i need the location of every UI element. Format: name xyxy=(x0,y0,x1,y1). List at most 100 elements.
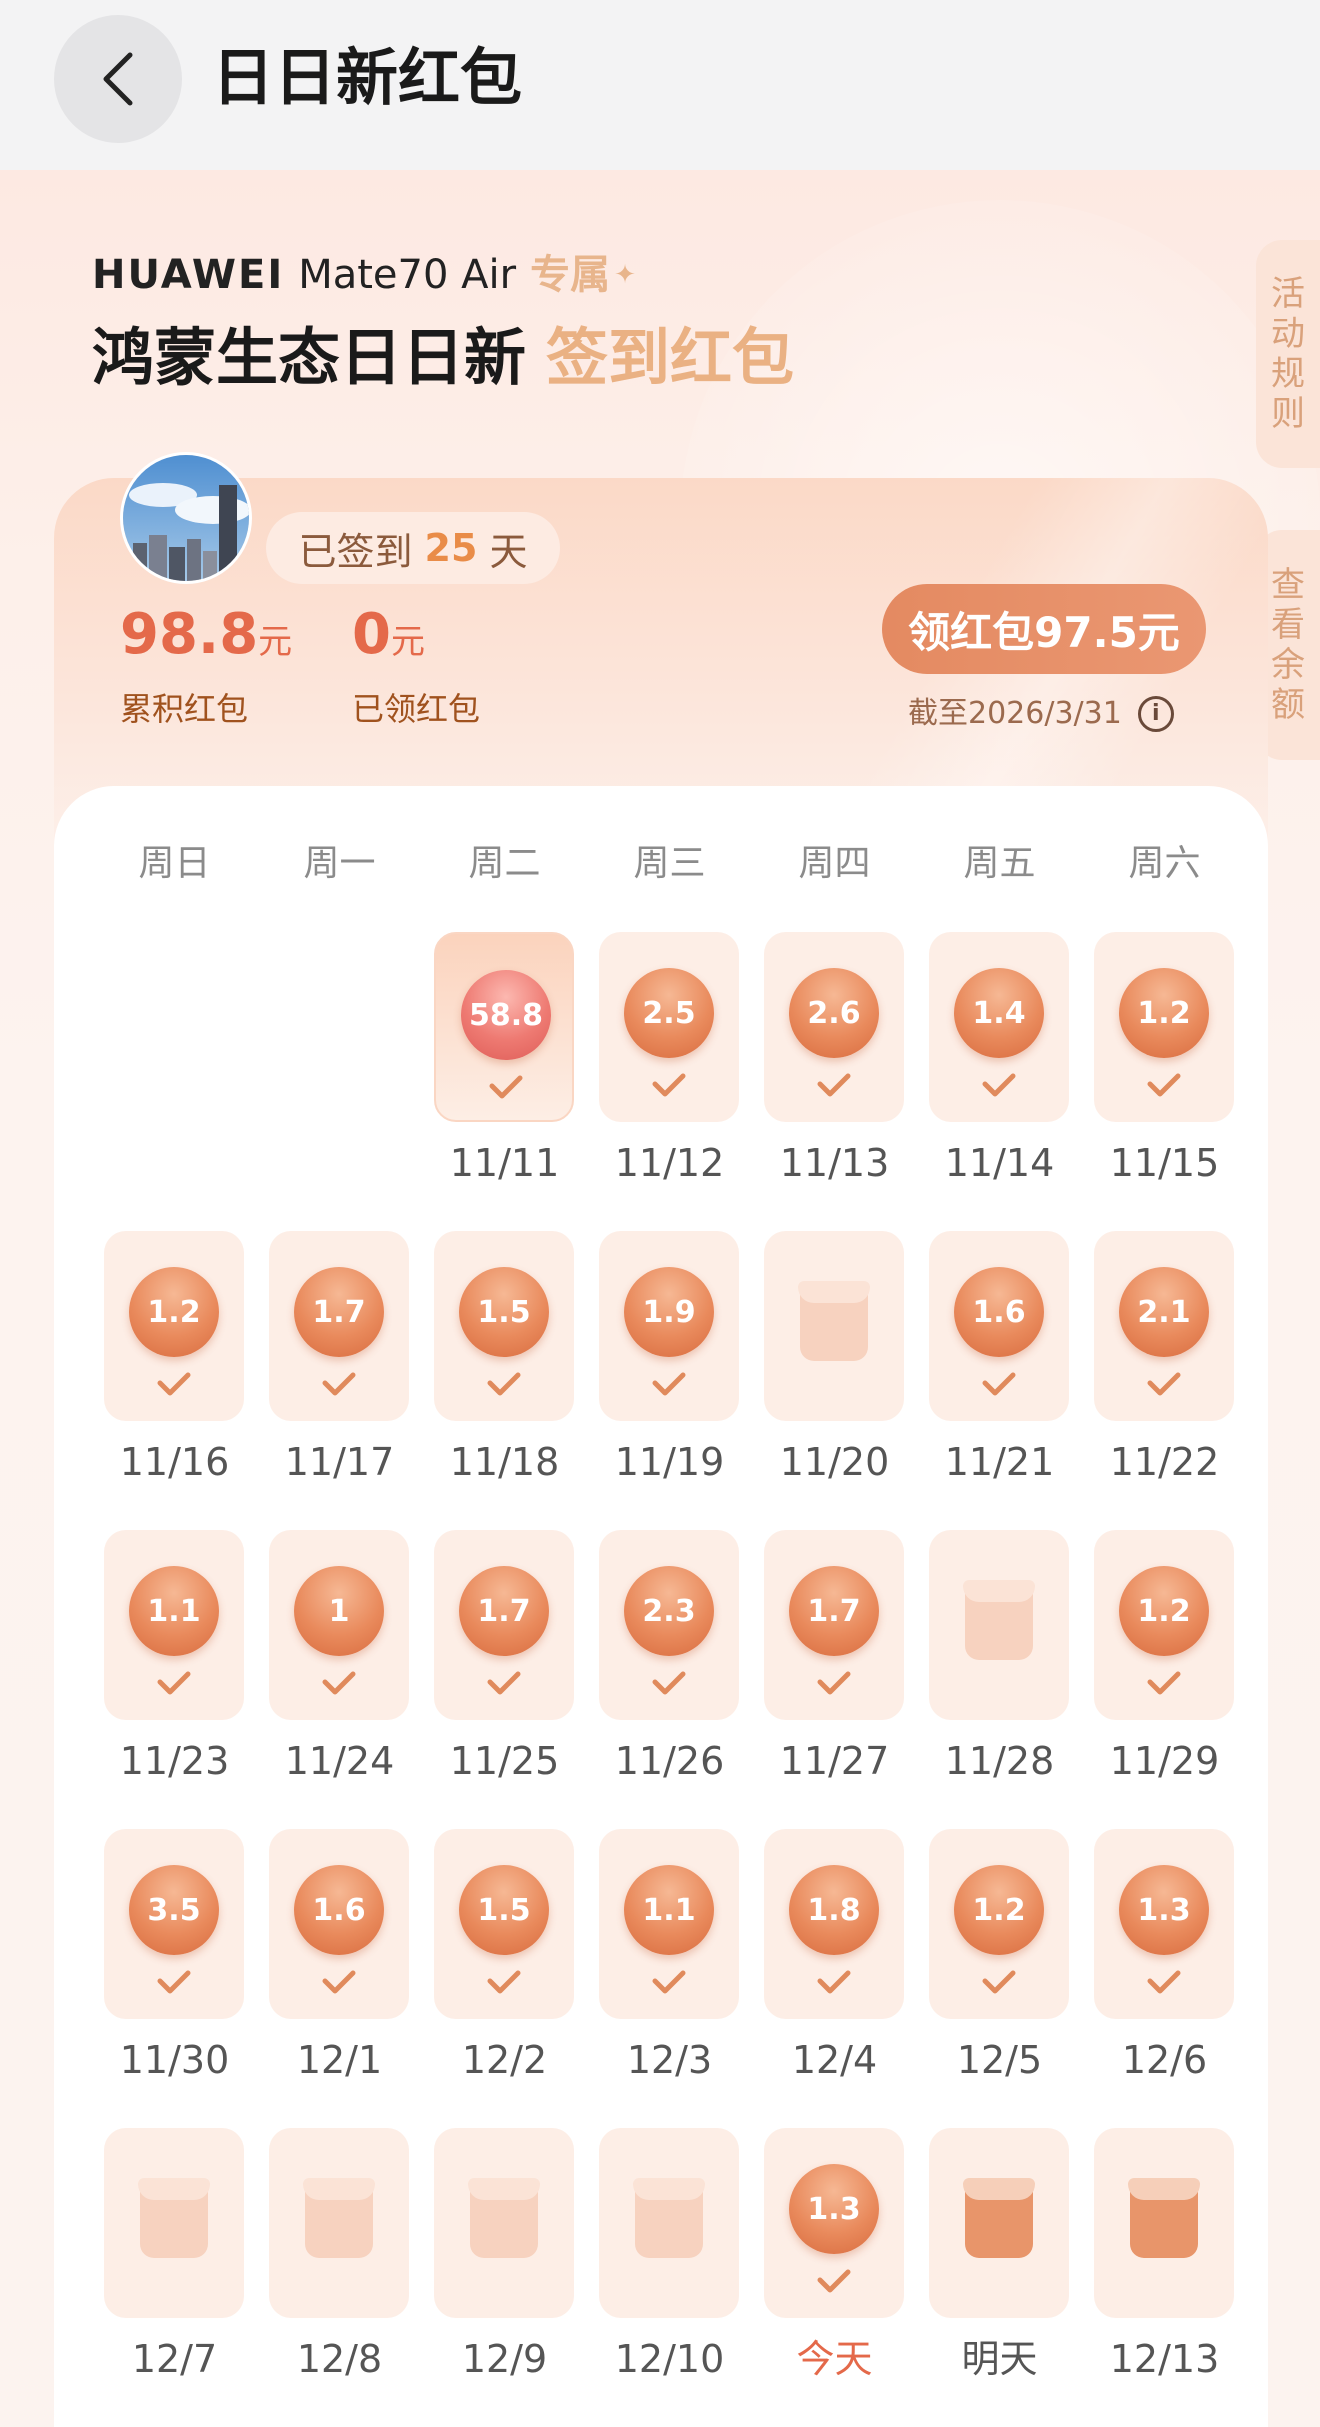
redpacket-coin: 1.1 xyxy=(624,1865,714,1955)
day-date-label: 12/13 xyxy=(1109,2337,1220,2381)
day-card[interactable]: 1.6 xyxy=(269,1829,409,2019)
claimed-redpacket-stat: 0元 已领红包 xyxy=(352,600,480,730)
redpacket-coin: 1.2 xyxy=(1119,968,1209,1058)
check-icon xyxy=(487,1970,521,1994)
redpacket-coin: 1.7 xyxy=(789,1566,879,1656)
day-card[interactable]: 1.1 xyxy=(104,1530,244,1720)
day-card[interactable]: 58.8 xyxy=(434,932,574,1122)
check-icon xyxy=(157,1671,191,1695)
day-card[interactable]: 1.2 xyxy=(1094,932,1234,1122)
check-icon xyxy=(1147,1671,1181,1695)
check-icon xyxy=(817,1073,851,1097)
weekday-header: 周日 xyxy=(138,843,211,884)
day-date-label: 11/28 xyxy=(944,1739,1055,1783)
balance-char: 看 xyxy=(1271,605,1305,645)
brand-model: Mate70 Air xyxy=(298,252,517,298)
day-card[interactable]: 1.3 xyxy=(1094,1829,1234,2019)
day-date-label: 今天 xyxy=(796,2337,873,2381)
total-value: 98.8 xyxy=(120,602,259,667)
check-icon xyxy=(1147,1970,1181,1994)
weekday-header: 周三 xyxy=(633,843,706,884)
check-icon xyxy=(1147,1372,1181,1396)
page-title: 日日新红包 xyxy=(212,41,523,114)
day-card[interactable]: 1.2 xyxy=(1094,1530,1234,1720)
activity-rules-tab[interactable]: 活 动 规 则 xyxy=(1256,240,1320,468)
chevron-left-icon xyxy=(103,52,133,106)
day-card[interactable] xyxy=(764,1231,904,1421)
day-card[interactable]: 1.9 xyxy=(599,1231,739,1421)
redpacket-coin: 2.3 xyxy=(624,1566,714,1656)
day-date-label: 11/11 xyxy=(449,1141,560,1185)
day-date-label: 12/6 xyxy=(1121,2038,1208,2082)
deadline-text: 截至2026/3/31 xyxy=(908,696,1122,731)
balance-char: 余 xyxy=(1271,645,1305,685)
day-date-label: 11/23 xyxy=(119,1739,230,1783)
check-icon xyxy=(487,1671,521,1695)
day-date-label: 明天 xyxy=(961,2337,1038,2381)
redpacket-coin: 2.5 xyxy=(624,968,714,1058)
day-card[interactable]: 2.5 xyxy=(599,932,739,1122)
redpacket-coin: 1.6 xyxy=(294,1865,384,1955)
day-card[interactable]: 1 xyxy=(269,1530,409,1720)
day-card[interactable]: 1.2 xyxy=(104,1231,244,1421)
day-card[interactable]: 3.5 xyxy=(104,1829,244,2019)
day-date-label: 11/25 xyxy=(449,1739,560,1783)
day-date-label: 11/19 xyxy=(614,1440,725,1484)
back-button[interactable] xyxy=(54,15,182,143)
day-card[interactable]: 1.6 xyxy=(929,1231,1069,1421)
claim-redpacket-button[interactable]: 领红包97.5元 xyxy=(882,584,1206,674)
deadline-row: 截至2026/3/31 i xyxy=(908,692,1174,736)
total-redpacket-stat: 98.8元 累积红包 xyxy=(120,600,292,730)
headline-main: 鸿蒙生态日日新 xyxy=(92,321,527,394)
day-date-label: 11/17 xyxy=(284,1440,395,1484)
day-card[interactable]: 1.2 xyxy=(929,1829,1069,2019)
signed-suffix: 天 xyxy=(489,529,528,574)
day-card[interactable] xyxy=(269,2128,409,2318)
check-icon xyxy=(1147,1073,1181,1097)
redpacket-coin: 1.4 xyxy=(954,968,1044,1058)
avatar-image xyxy=(123,455,249,581)
redpacket-jar-icon xyxy=(963,1580,1035,1660)
check-icon xyxy=(982,1372,1016,1396)
day-card[interactable]: 1.3 xyxy=(764,2128,904,2318)
day-card[interactable] xyxy=(929,1530,1069,1720)
day-card[interactable]: 1.5 xyxy=(434,1231,574,1421)
redpacket-jar-icon xyxy=(633,2178,705,2258)
redpacket-coin: 1.5 xyxy=(459,1865,549,1955)
avatar[interactable] xyxy=(120,452,252,584)
check-icon xyxy=(982,1073,1016,1097)
day-card[interactable]: 2.3 xyxy=(599,1530,739,1720)
redpacket-jar-icon xyxy=(303,2178,375,2258)
day-card[interactable] xyxy=(1094,2128,1234,2318)
day-date-label: 12/5 xyxy=(956,2038,1043,2082)
day-card[interactable]: 1.5 xyxy=(434,1829,574,2019)
day-card[interactable]: 1.8 xyxy=(764,1829,904,2019)
day-card[interactable] xyxy=(599,2128,739,2318)
brand-line: HUAWEI Mate70 Air 专属 ✦ xyxy=(92,250,636,300)
weekday-header: 周一 xyxy=(303,843,376,884)
day-card[interactable]: 1.7 xyxy=(434,1530,574,1720)
info-icon[interactable]: i xyxy=(1137,696,1174,732)
weekday-header: 周二 xyxy=(468,843,541,884)
check-icon xyxy=(322,1372,356,1396)
check-icon xyxy=(982,1970,1016,1994)
redpacket-jar-icon xyxy=(798,1281,870,1361)
day-card[interactable]: 1.7 xyxy=(764,1530,904,1720)
day-card[interactable] xyxy=(929,2128,1069,2318)
redpacket-coin: 1.5 xyxy=(459,1267,549,1357)
top-bar: 日日新红包 xyxy=(0,0,1320,170)
day-card[interactable]: 2.1 xyxy=(1094,1231,1234,1421)
exclusive-tag: 专属 xyxy=(530,252,611,298)
check-icon xyxy=(817,1671,851,1695)
day-date-label: 12/1 xyxy=(296,2038,383,2082)
redpacket-coin: 1.8 xyxy=(789,1865,879,1955)
balance-char: 额 xyxy=(1271,685,1305,725)
day-card[interactable]: 1.1 xyxy=(599,1829,739,2019)
day-card[interactable] xyxy=(104,2128,244,2318)
day-card[interactable]: 1.7 xyxy=(269,1231,409,1421)
day-card[interactable]: 2.6 xyxy=(764,932,904,1122)
redpacket-jar-icon xyxy=(1128,2178,1200,2258)
day-card[interactable] xyxy=(434,2128,574,2318)
day-date-label: 11/14 xyxy=(944,1141,1055,1185)
day-card[interactable]: 1.4 xyxy=(929,932,1069,1122)
